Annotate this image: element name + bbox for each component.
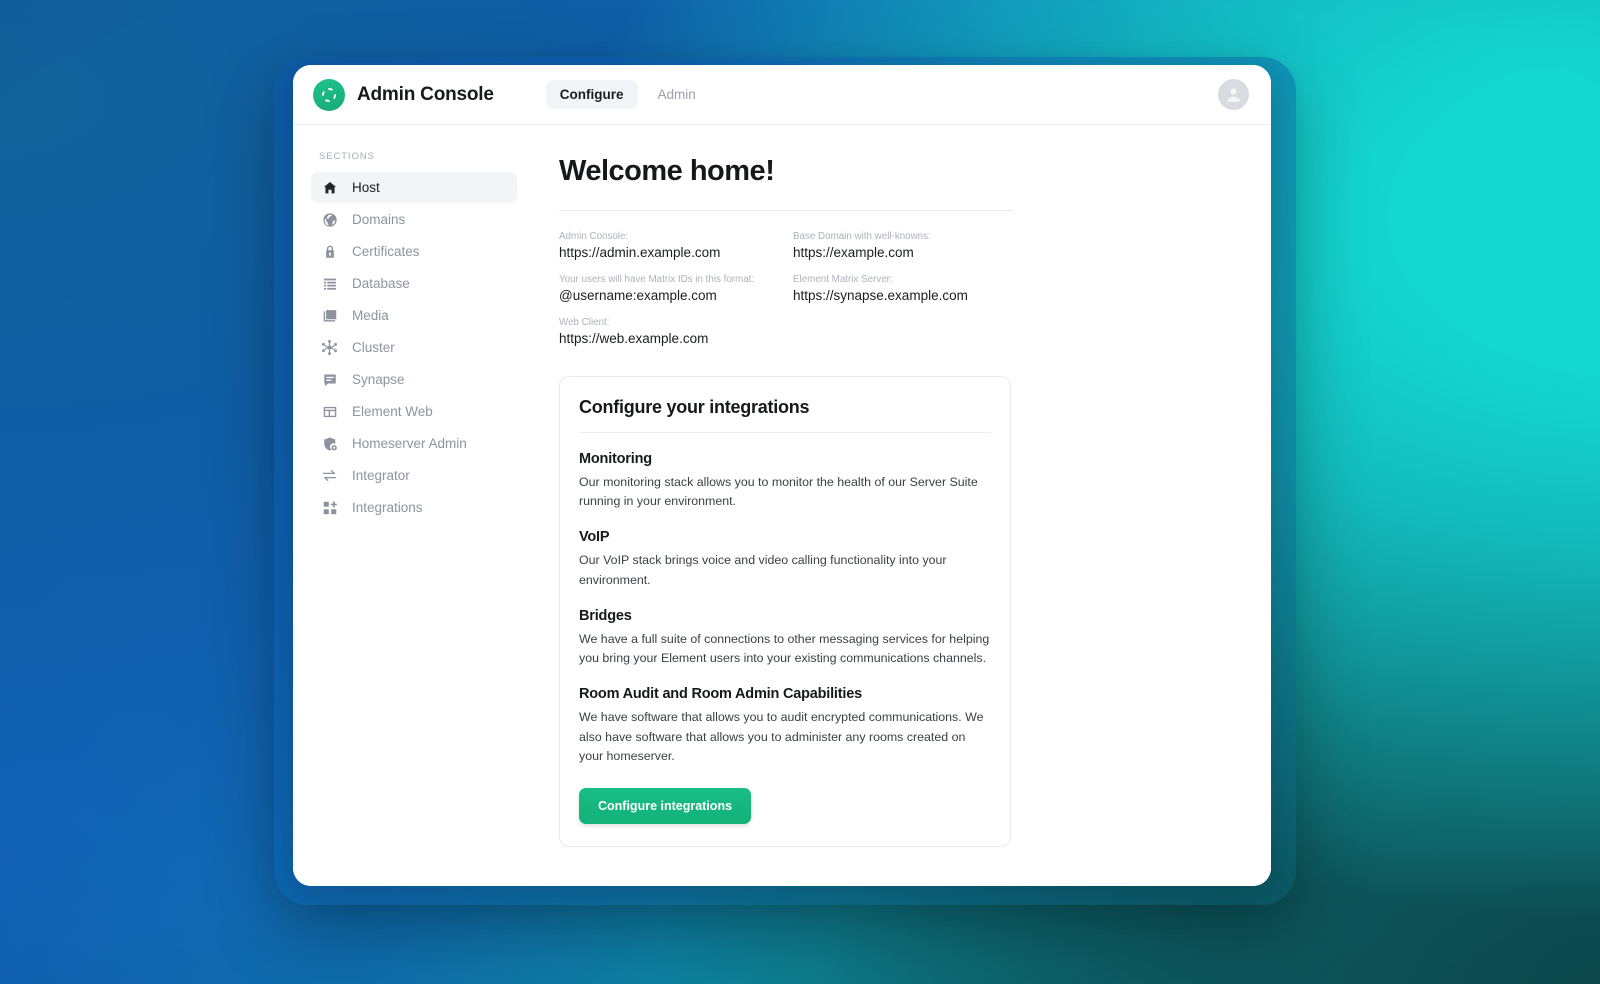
grid-blocks-icon bbox=[321, 499, 338, 516]
info-field-empty bbox=[793, 317, 1029, 346]
sidebar-item-label: Homeserver Admin bbox=[352, 436, 467, 451]
feature-description: Our VoIP stack brings voice and video ca… bbox=[579, 553, 947, 587]
feature-title: Room Audit and Room Admin Capabilities bbox=[579, 686, 862, 703]
feature-title: Bridges bbox=[579, 607, 632, 624]
feature-voip: VoIP Our VoIP stack brings voice and vid… bbox=[579, 529, 991, 589]
tab-admin[interactable]: Admin bbox=[644, 80, 710, 109]
sidebar-item-integrator[interactable]: Integrator bbox=[311, 460, 517, 491]
top-bar-right bbox=[1218, 79, 1249, 110]
sidebar-item-label: Integrations bbox=[352, 500, 423, 515]
home-icon bbox=[321, 179, 338, 196]
sidebar-item-label: Domains bbox=[352, 212, 406, 227]
feature-room-audit-and-room-admin: Room Audit and Room Admin Capabilities W… bbox=[579, 686, 991, 766]
sidebar-item-label: Certificates bbox=[352, 244, 420, 259]
feature-description: We have a full suite of connections to o… bbox=[579, 631, 990, 666]
info-value: https://web.example.com bbox=[559, 331, 709, 346]
admin-console-window: Admin Console Configure Admin SECTIONS H… bbox=[293, 65, 1271, 886]
sidebar-item-label: Cluster bbox=[352, 340, 395, 355]
feature-description: We have software that allows you to audi… bbox=[579, 710, 984, 763]
console-body: SECTIONS Host Domains Certificates Datab… bbox=[293, 125, 1271, 886]
info-label: Admin Console: bbox=[559, 231, 629, 242]
sidebar-heading: SECTIONS bbox=[319, 151, 375, 162]
sidebar-item-label: Database bbox=[352, 276, 410, 291]
card-divider bbox=[579, 432, 991, 433]
sidebar-item-label: Integrator bbox=[352, 468, 410, 483]
arrows-exchange-icon bbox=[321, 467, 338, 484]
sidebar-item-synapse[interactable]: Synapse bbox=[311, 364, 517, 395]
info-grid: Admin Console: https://admin.example.com… bbox=[559, 231, 1029, 346]
user-avatar-icon[interactable] bbox=[1218, 79, 1249, 110]
sidebar-item-element-web[interactable]: Element Web bbox=[311, 396, 517, 427]
element-refresh-logo-icon bbox=[313, 78, 345, 111]
info-field-matrix-id-format: Your users will have Matrix IDs in this … bbox=[559, 274, 793, 303]
info-value: https://synapse.example.com bbox=[793, 288, 968, 303]
info-value: @username:example.com bbox=[559, 288, 717, 303]
info-field-web-client: Web Client: https://web.example.com bbox=[559, 317, 793, 346]
feature-title: Monitoring bbox=[579, 451, 652, 467]
info-field-element-matrix-server: Element Matrix Server: https://synapse.e… bbox=[793, 274, 1029, 303]
integrations-card-title: Configure your integrations bbox=[579, 397, 810, 417]
feature-title: VoIP bbox=[579, 529, 610, 546]
info-label: Element Matrix Server: bbox=[793, 274, 893, 285]
globe-icon bbox=[321, 211, 338, 228]
integrations-card: Configure your integrations Monitoring O… bbox=[559, 376, 1011, 847]
sidebar: SECTIONS Host Domains Certificates Datab… bbox=[293, 125, 533, 886]
info-label: Your users will have Matrix IDs in this … bbox=[559, 274, 755, 285]
feature-monitoring: Monitoring Our monitoring stack allows y… bbox=[579, 451, 991, 511]
top-bar: Admin Console Configure Admin bbox=[293, 65, 1271, 125]
feature-bridges: Bridges We have a full suite of connecti… bbox=[579, 608, 991, 668]
cluster-nodes-icon bbox=[321, 339, 338, 356]
lock-icon bbox=[321, 243, 338, 260]
info-field-admin-console: Admin Console: https://admin.example.com bbox=[559, 231, 793, 260]
info-value: https://admin.example.com bbox=[559, 245, 721, 260]
brand-title: Admin Console bbox=[357, 83, 494, 105]
title-divider bbox=[559, 210, 1013, 211]
browser-window-icon bbox=[321, 403, 338, 420]
sidebar-item-domains[interactable]: Domains bbox=[311, 204, 517, 235]
main-content: Welcome home! Admin Console: https://adm… bbox=[533, 125, 1271, 886]
sidebar-item-homeserver-admin[interactable]: Homeserver Admin bbox=[311, 428, 517, 459]
tab-configure[interactable]: Configure bbox=[545, 80, 638, 109]
info-label: Base Domain with well-knowns: bbox=[793, 231, 931, 242]
configure-integrations-button[interactable]: Configure integrations bbox=[579, 787, 752, 824]
sidebar-item-database[interactable]: Database bbox=[311, 268, 517, 299]
sidebar-nav-list: Host Domains Certificates Database Media… bbox=[311, 172, 517, 523]
sidebar-item-label: Host bbox=[352, 180, 380, 195]
list-icon bbox=[321, 275, 338, 292]
page-title: Welcome home! bbox=[559, 155, 775, 187]
photo-icon bbox=[321, 307, 338, 324]
sidebar-item-label: Media bbox=[352, 308, 389, 323]
sidebar-item-cluster[interactable]: Cluster bbox=[311, 332, 517, 363]
info-value: https://example.com bbox=[793, 245, 914, 260]
feature-description: Our monitoring stack allows you to monit… bbox=[579, 475, 978, 509]
sidebar-item-integrations[interactable]: Integrations bbox=[311, 492, 517, 523]
info-field-base-domain: Base Domain with well-knowns: https://ex… bbox=[793, 231, 1029, 260]
top-nav-tabs: Configure Admin bbox=[545, 80, 710, 109]
brand: Admin Console bbox=[313, 78, 494, 111]
sidebar-item-label: Element Web bbox=[352, 404, 433, 419]
chat-bubble-icon bbox=[321, 371, 338, 388]
info-label: Web Client: bbox=[559, 317, 610, 328]
sidebar-item-label: Synapse bbox=[352, 372, 405, 387]
sidebar-item-host[interactable]: Host bbox=[311, 172, 517, 203]
sidebar-item-media[interactable]: Media bbox=[311, 300, 517, 331]
sidebar-item-certificates[interactable]: Certificates bbox=[311, 236, 517, 267]
shield-gear-icon bbox=[321, 435, 338, 452]
